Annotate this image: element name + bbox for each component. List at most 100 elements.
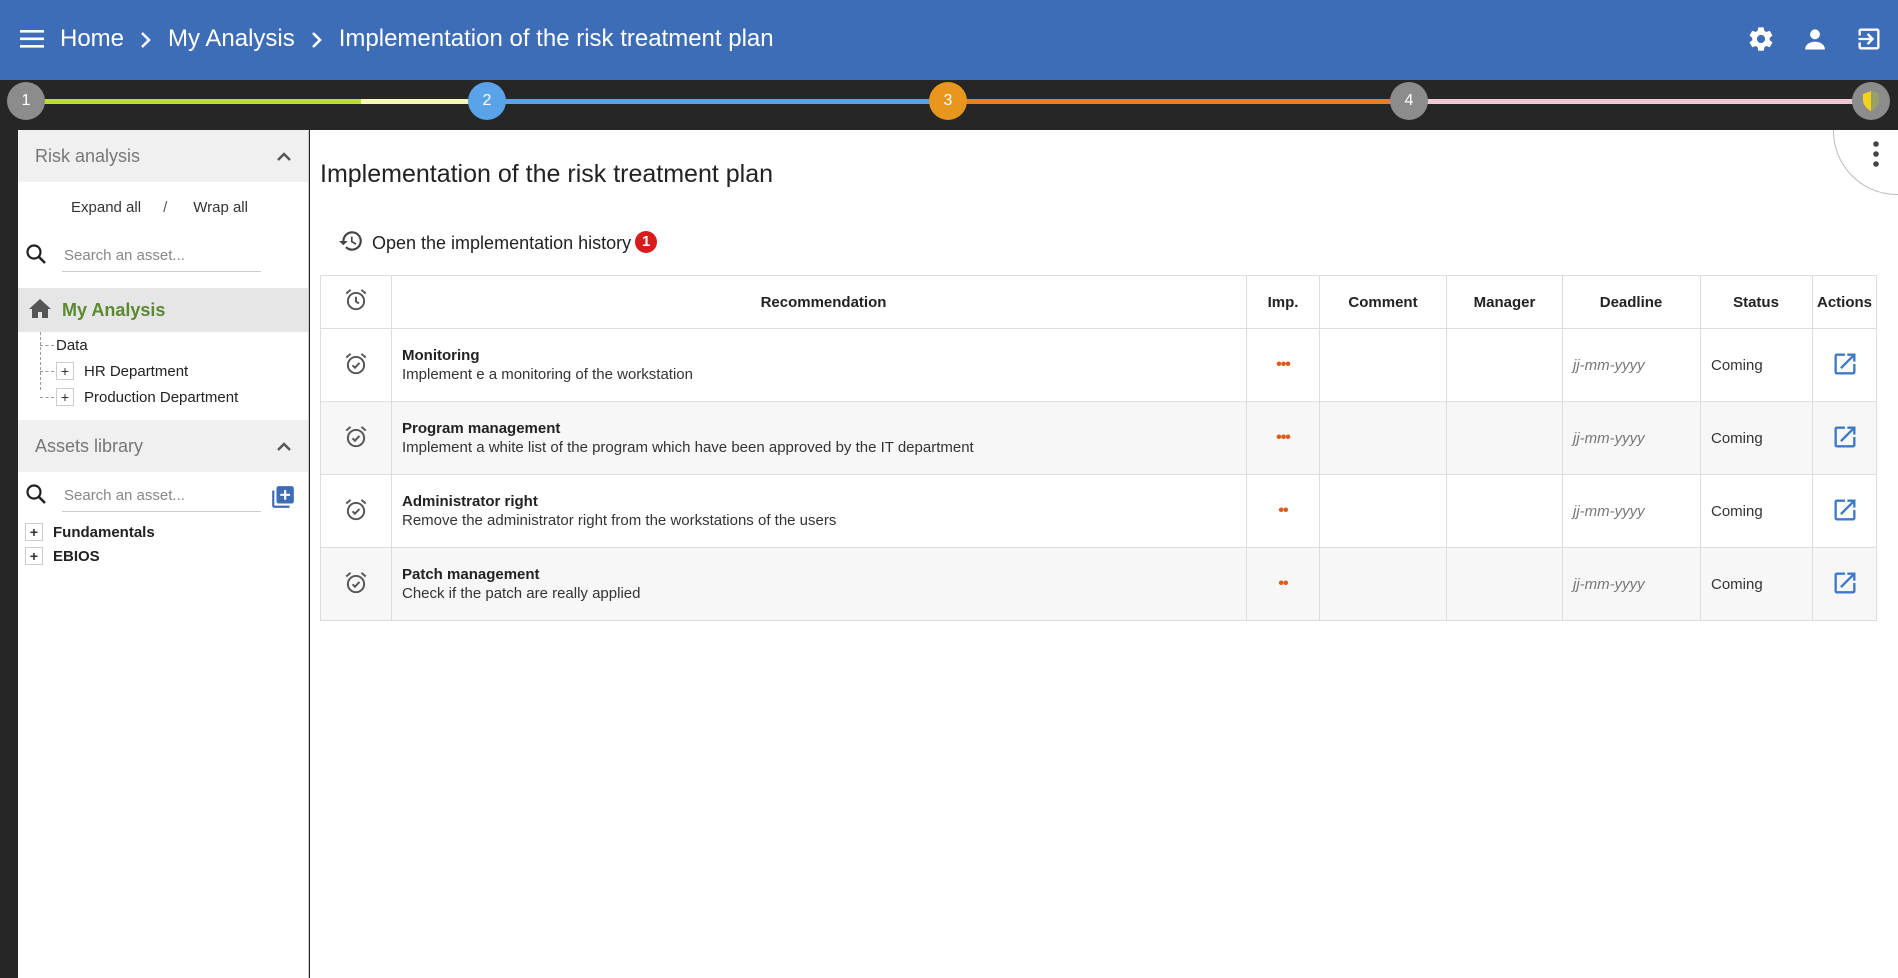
recommendation-title: Administrator right [402, 493, 538, 510]
manager-cell[interactable] [1446, 401, 1563, 475]
alarm-check-icon[interactable] [343, 570, 369, 599]
main-content: Implementation of the risk treatment pla… [310, 130, 1898, 978]
table-row: Administrator right Remove the administra… [320, 474, 1877, 548]
alarm-check-icon[interactable] [343, 497, 369, 526]
page-title: Implementation of the risk treatment pla… [320, 160, 774, 188]
column-manager[interactable]: Manager [1446, 275, 1563, 329]
table-row: Patch management Check if the patch are r… [320, 547, 1877, 621]
tree-root-label: My Analysis [62, 299, 166, 320]
chevron-up-icon[interactable] [276, 436, 292, 457]
comment-cell[interactable] [1319, 328, 1447, 402]
library-search-input[interactable] [62, 480, 261, 512]
breadcrumb-current-page: Implementation of the risk treatment pla… [338, 25, 774, 52]
status-value: Coming [1711, 356, 1763, 374]
implementation-history-link[interactable]: Open the implementation history 1 [338, 228, 658, 259]
chevron-right-icon [132, 25, 160, 53]
notification-badge: 1 [635, 230, 658, 253]
recommendation-description: Remove the administrator right from the … [402, 512, 837, 529]
deadline-value[interactable]: jj-mm-yyyy [1573, 357, 1645, 374]
history-link-label: Open the implementation history [372, 233, 632, 253]
home-icon [28, 297, 52, 324]
add-asset-icon[interactable] [270, 484, 296, 515]
status-value: Coming [1711, 502, 1763, 520]
open-in-new-icon[interactable] [1831, 496, 1859, 527]
more-options-button[interactable] [1833, 130, 1898, 195]
column-comment[interactable]: Comment [1319, 275, 1447, 329]
breadcrumb-my-analysis[interactable]: My Analysis [168, 25, 295, 53]
expand-all-link[interactable]: Expand all [71, 199, 141, 216]
asset-search-input[interactable] [62, 240, 261, 272]
status-value: Coming [1711, 575, 1763, 593]
risk-analysis-header[interactable]: Risk analysis [18, 130, 308, 182]
settings-icon[interactable] [1744, 22, 1778, 56]
top-app-bar: Home My Analysis Implementation of the r… [0, 0, 1898, 80]
tree-root-my-analysis[interactable]: My Analysis [18, 288, 308, 332]
user-icon[interactable] [1798, 22, 1832, 56]
alarm-check-icon[interactable] [343, 351, 369, 380]
deadline-value[interactable]: jj-mm-yyyy [1573, 503, 1645, 520]
step-1[interactable]: 1 [7, 82, 45, 120]
sidebar: Risk analysis Expand all / Wrap all My A… [18, 130, 309, 978]
tree-item-label: Production Department [84, 388, 239, 406]
comment-cell[interactable] [1319, 401, 1447, 475]
step-2[interactable]: 2 [468, 82, 506, 120]
comment-cell[interactable] [1319, 547, 1447, 621]
wrap-all-link[interactable]: Wrap all [193, 199, 248, 216]
manager-cell[interactable] [1446, 474, 1563, 548]
column-actions: Actions [1812, 275, 1877, 329]
step-segment-2 [485, 99, 933, 104]
progress-stepper: 1 2 3 4 [0, 80, 1898, 130]
expand-plus-icon[interactable]: + [56, 362, 74, 380]
table-row: Monitoring Implement e a monitoring of th… [320, 328, 1877, 402]
history-icon [338, 228, 364, 259]
step-segment-4 [1410, 99, 1855, 104]
recommendation-title: Patch management [402, 566, 540, 583]
more-vert-icon [1872, 140, 1880, 173]
column-recommendation[interactable]: Recommendation [391, 275, 1247, 329]
chevron-right-icon [303, 25, 331, 53]
separator: / [163, 198, 168, 216]
manager-cell[interactable] [1446, 547, 1563, 621]
breadcrumb: Home My Analysis Implementation of the r… [60, 24, 774, 54]
library-item-ebios[interactable]: + EBIOS [18, 544, 308, 568]
manager-cell[interactable] [1446, 328, 1563, 402]
expand-plus-icon[interactable]: + [56, 388, 74, 406]
recommendation-description: Check if the patch are really applied [402, 585, 641, 602]
open-in-new-icon[interactable] [1831, 350, 1859, 381]
deadline-value[interactable]: jj-mm-yyyy [1573, 576, 1645, 593]
importance-indicator: ••• [1276, 429, 1291, 446]
deadline-value[interactable]: jj-mm-yyyy [1573, 430, 1645, 447]
tree-item-data[interactable]: Data [40, 332, 308, 358]
comment-cell[interactable] [1319, 474, 1447, 548]
importance-indicator: •• [1278, 502, 1288, 519]
tree-item-production-department[interactable]: + Production Department [40, 384, 308, 410]
recommendation-description: Implement a white list of the program wh… [402, 439, 974, 456]
shield-icon[interactable] [1852, 82, 1890, 120]
expand-plus-icon[interactable]: + [25, 547, 43, 565]
table-header-row: Recommendation Imp. Comment Manager Dead… [320, 275, 1877, 329]
alarm-check-icon[interactable] [343, 424, 369, 453]
alarm-clock-icon [320, 275, 392, 329]
assets-library-header[interactable]: Assets library [18, 420, 308, 472]
status-value: Coming [1711, 429, 1763, 447]
column-deadline[interactable]: Deadline [1562, 275, 1701, 329]
menu-icon[interactable] [20, 28, 48, 52]
importance-indicator: ••• [1276, 356, 1291, 373]
library-item-fundamentals[interactable]: + Fundamentals [18, 520, 308, 544]
expand-plus-icon[interactable]: + [25, 523, 43, 541]
open-in-new-icon[interactable] [1831, 423, 1859, 454]
step-3[interactable]: 3 [929, 82, 967, 120]
step-4[interactable]: 4 [1390, 82, 1428, 120]
logout-icon[interactable] [1852, 22, 1886, 56]
tree-item-label: Data [56, 336, 88, 354]
recommendations-table: Recommendation Imp. Comment Manager Dead… [320, 275, 1877, 621]
tree-item-hr-department[interactable]: + HR Department [40, 358, 308, 384]
column-importance[interactable]: Imp. [1246, 275, 1320, 329]
open-in-new-icon[interactable] [1831, 569, 1859, 600]
column-status[interactable]: Status [1700, 275, 1813, 329]
breadcrumb-home[interactable]: Home [60, 25, 124, 53]
recommendation-title: Program management [402, 420, 561, 437]
assets-library-title: Assets library [35, 435, 144, 456]
recommendation-description: Implement e a monitoring of the workstat… [402, 366, 693, 383]
chevron-up-icon[interactable] [276, 146, 292, 167]
